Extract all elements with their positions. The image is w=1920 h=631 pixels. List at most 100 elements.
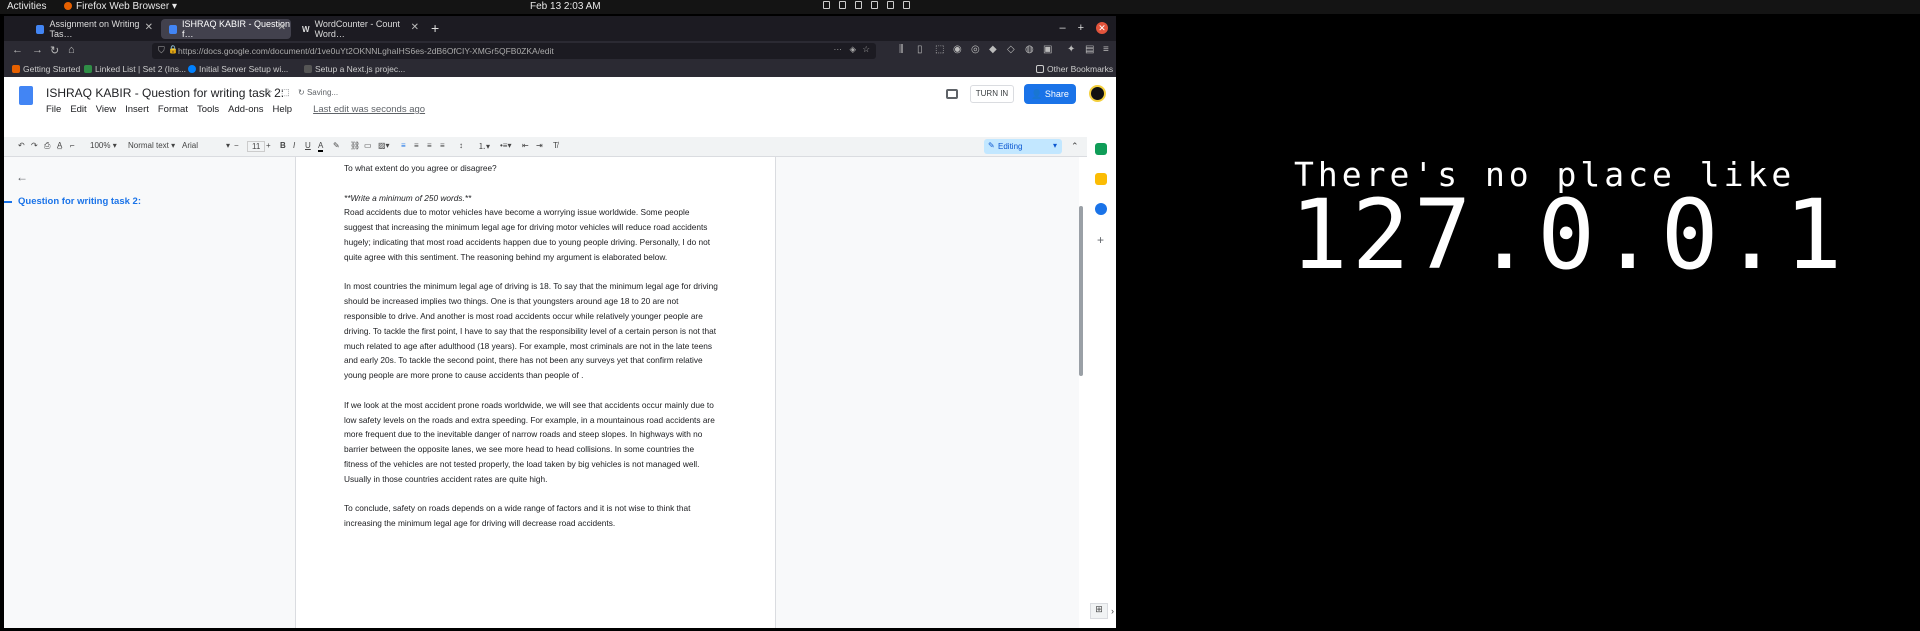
extensions-icon[interactable]: ✦ [1067,44,1075,55]
paint-format-icon[interactable]: ⌐ [70,141,75,150]
share-button[interactable]: 👤 Share [1024,84,1076,104]
google-docs-icon[interactable] [19,86,33,105]
font-size-input[interactable]: 11 [247,141,266,152]
expand-panel-icon[interactable]: › [1111,606,1114,616]
bookmark-linked-list[interactable]: Linked List | Set 2 (Ins... [84,64,186,74]
line-spacing-icon[interactable]: ↕ [459,141,463,150]
scrollbar[interactable] [1079,206,1083,376]
avatar[interactable] [1089,85,1106,102]
home-button[interactable]: ⌂ [68,44,75,56]
document-title[interactable]: ISHRAQ KABIR - Question for writing task… [46,86,284,100]
move-folder-icon[interactable]: ⬚ [281,87,290,98]
decrease-indent-icon[interactable]: ⇤ [522,141,529,150]
tab-ishraq-kabir[interactable]: ISHRAQ KABIR - Question f… ✕ [161,19,291,39]
add-comment-icon[interactable]: ▭ [364,141,372,150]
menu-icon[interactable]: ≡ [1103,44,1109,55]
collapse-toolbar-icon[interactable]: ⌃ [1071,141,1079,152]
minimize-button[interactable]: – [1059,22,1065,34]
reload-button[interactable]: ↻ [50,44,59,57]
screenshot-icon[interactable]: ⬚ [935,44,944,55]
bookmark-initial-server-setup[interactable]: Initial Server Setup wi... [188,64,288,74]
tab-assignment[interactable]: Assignment on Writing Tas… ✕ [28,19,158,39]
app-menu[interactable]: Firefox Web Browser ▾ [64,1,177,12]
increase-indent-icon[interactable]: ⇥ [536,141,543,150]
menu-help[interactable]: Help [273,104,293,115]
explore-icon[interactable]: ⊞ [1090,603,1108,619]
page-actions-icon[interactable]: ··· [834,44,843,54]
font-select[interactable]: Arial ▾ [182,141,230,150]
document-page[interactable]: To what extent do you agree or disagree?… [295,157,776,628]
extension-icon[interactable]: ◎ [971,44,980,55]
keep-icon[interactable] [1095,173,1107,185]
forward-button[interactable]: → [32,44,43,56]
align-left-icon[interactable]: ≡ [401,141,406,150]
menu-file[interactable]: File [46,104,61,115]
zoom-select[interactable]: 100% ▾ [90,141,117,150]
undo-icon[interactable]: ↶ [18,141,25,150]
print-icon[interactable]: ⎙ [44,141,50,151]
sidebar-icon[interactable]: ▯ [917,44,923,55]
extension-icon[interactable]: ◉ [953,44,962,55]
text-color-button[interactable]: A [318,141,324,152]
add-on-icon[interactable]: + [1097,233,1104,247]
new-tab-button[interactable]: + [431,20,439,36]
editing-mode-select[interactable]: ✎ Editing ▾ [984,139,1062,154]
close-tab-icon[interactable]: ✕ [145,22,153,33]
maximize-button[interactable]: + [1078,22,1084,34]
menu-add-ons[interactable]: Add-ons [228,104,263,115]
close-tab-icon[interactable]: ✕ [278,22,286,33]
underline-button[interactable]: U [305,141,311,150]
last-edit-link[interactable]: Last edit was seconds ago [313,104,425,115]
increase-font-size-button[interactable]: + [266,141,271,150]
system-tray[interactable] [823,1,910,9]
numbered-list-icon[interactable]: ⒈▾ [478,141,490,152]
insert-image-icon[interactable]: ▨▾ [378,141,390,150]
clock[interactable]: Feb 13 2:03 AM [530,1,601,12]
extension-icon[interactable]: ◆ [989,44,997,55]
menu-view[interactable]: View [96,104,116,115]
tab-wordcounter[interactable]: W WordCounter - Count Word… ✕ [294,19,424,39]
pocket-icon[interactable]: ◈ [849,44,856,55]
menu-insert[interactable]: Insert [125,104,149,115]
back-button[interactable]: ← [12,44,23,56]
menu-tools[interactable]: Tools [197,104,219,115]
tasks-icon[interactable] [1095,203,1107,215]
close-tab-icon[interactable]: ✕ [411,22,419,33]
container-icon[interactable]: ▤ [1085,44,1094,55]
account-icon[interactable]: ◍ [1025,44,1034,55]
bookmark-getting-started[interactable]: Getting Started [12,64,80,74]
highlight-icon[interactable]: ✎ [333,141,340,150]
style-select[interactable]: Normal text ▾ [128,141,175,150]
bold-button[interactable]: B [280,141,286,150]
outline-heading[interactable]: Question for writing task 2: [18,196,141,207]
library-icon[interactable]: ⫼ [899,44,904,55]
sheets-icon[interactable] [1095,143,1107,155]
menu-edit[interactable]: Edit [70,104,86,115]
redo-icon[interactable]: ↷ [31,141,38,150]
italic-button[interactable]: I [293,141,295,150]
align-right-icon[interactable]: ≡ [427,141,432,150]
activities-button[interactable]: Activities [7,1,46,12]
url-bar[interactable]: ⛉ 🔒 https://docs.google.com/document/d/1… [152,43,876,59]
extension-icon[interactable]: ▣ [1043,44,1052,55]
clear-formatting-icon[interactable]: T̸ [553,141,558,150]
extension-icon[interactable]: ◇ [1007,44,1015,55]
bookmark-nextjs[interactable]: Setup a Next.js projec... [304,64,405,74]
star-icon[interactable]: ☆ [263,86,273,99]
close-window-button[interactable]: ✕ [1096,22,1108,34]
other-bookmarks[interactable]: Other Bookmarks [1036,64,1113,74]
bookmark-star-icon[interactable]: ☆ [862,44,870,55]
bookmark-label: Initial Server Setup wi... [199,64,289,74]
spellcheck-icon[interactable]: A̲ [57,141,62,150]
turn-in-button[interactable]: TURN IN [970,85,1014,103]
align-center-icon[interactable]: ≡ [414,141,419,150]
menu-format[interactable]: Format [158,104,188,115]
decrease-font-size-button[interactable]: − [234,141,239,150]
document-body[interactable]: To what extent do you agree or disagree?… [344,161,720,546]
justify-icon[interactable]: ≡ [440,141,445,150]
close-outline-icon[interactable]: ← [16,170,28,184]
comment-history-icon[interactable] [946,89,958,99]
bulleted-list-icon[interactable]: •≡▾ [500,141,511,150]
link-icon[interactable]: ⛓ [350,141,360,150]
desktop-background [1116,14,1920,631]
